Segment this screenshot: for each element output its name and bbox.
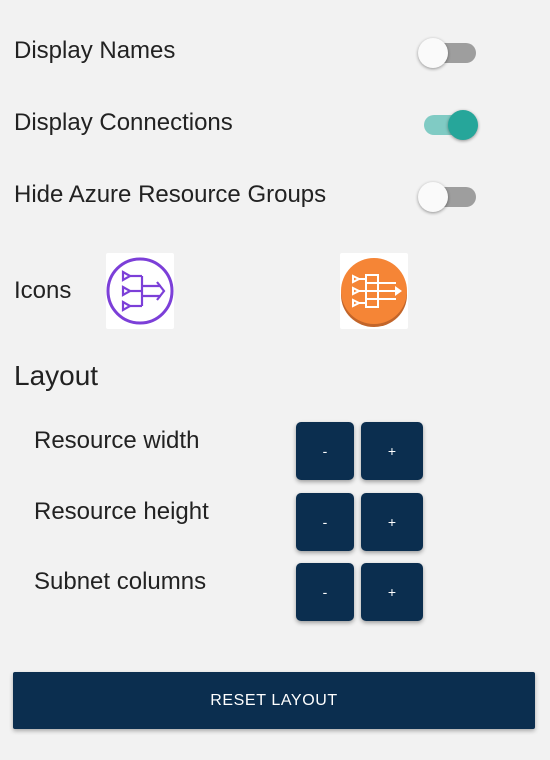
display-connections-label: Display Connections — [14, 109, 233, 136]
reset-layout-button[interactable]: RESET LAYOUT — [13, 672, 535, 729]
toggle-row-display-connections: Display Connections — [14, 103, 550, 143]
toggle-row-hide-azure-resource-groups: Hide Azure Resource Groups — [14, 175, 550, 215]
azure-icon-option[interactable] — [106, 253, 174, 329]
hide-azure-resource-groups-label: Hide Azure Resource Groups — [14, 181, 327, 208]
azure-load-balancer-icon — [106, 257, 174, 325]
layout-row-resource-width: Resource width - + — [34, 422, 434, 480]
toggle-row-display-names: Display Names — [14, 31, 550, 71]
toggle-knob — [418, 38, 448, 68]
aws-elastic-load-balancer-icon — [341, 258, 407, 327]
settings-panel: Display Names Display Connections Hide A… — [0, 0, 550, 760]
resource-height-increase-button[interactable]: + — [361, 493, 423, 551]
layout-row-resource-height: Resource height - + — [34, 493, 434, 551]
toggle-knob — [448, 110, 478, 140]
aws-icon-option[interactable] — [340, 253, 408, 329]
hide-azure-resource-groups-toggle[interactable] — [418, 180, 480, 212]
layout-heading: Layout — [14, 360, 99, 391]
toggle-knob — [418, 182, 448, 212]
resource-width-increase-button[interactable]: + — [361, 422, 423, 480]
display-connections-toggle[interactable] — [418, 108, 480, 140]
resource-width-label: Resource width — [34, 427, 200, 454]
resource-height-decrease-button[interactable]: - — [296, 493, 354, 551]
layout-row-subnet-columns: Subnet columns - + — [34, 563, 434, 621]
display-names-toggle[interactable] — [418, 36, 480, 68]
resource-height-label: Resource height — [34, 498, 209, 525]
subnet-columns-increase-button[interactable]: + — [361, 563, 423, 621]
display-names-label: Display Names — [14, 37, 176, 64]
icons-label: Icons — [14, 277, 72, 304]
subnet-columns-label: Subnet columns — [34, 568, 207, 595]
resource-width-decrease-button[interactable]: - — [296, 422, 354, 480]
subnet-columns-decrease-button[interactable]: - — [296, 563, 354, 621]
